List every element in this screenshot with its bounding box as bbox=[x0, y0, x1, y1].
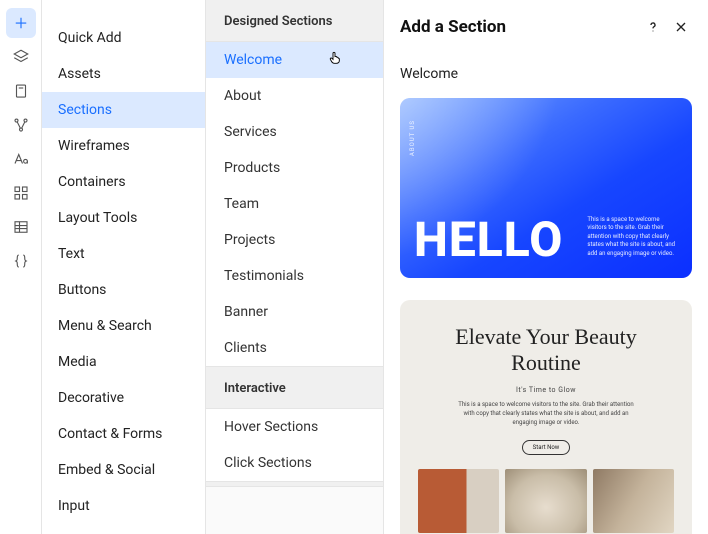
primary-item-contact-forms[interactable]: Contact & Forms bbox=[42, 416, 205, 452]
primary-item-text[interactable]: Text bbox=[42, 236, 205, 272]
primary-item-media[interactable]: Media bbox=[42, 344, 205, 380]
rail-add-icon[interactable] bbox=[6, 8, 36, 38]
section-preview-hello[interactable]: ABOUT US HELLO This is a space to welcom… bbox=[400, 98, 692, 278]
primary-item-containers[interactable]: Containers bbox=[42, 164, 205, 200]
rail-apps-icon[interactable] bbox=[6, 178, 36, 208]
secondary-item-testimonials[interactable]: Testimonials bbox=[206, 258, 383, 294]
secondary-item-about[interactable]: About bbox=[206, 78, 383, 114]
cursor-pointer-icon bbox=[327, 50, 343, 66]
preview-beauty-tagline: It's Time to Glow bbox=[418, 386, 674, 394]
primary-item-wireframes[interactable]: Wireframes bbox=[42, 128, 205, 164]
primary-item-menu-search[interactable]: Menu & Search bbox=[42, 308, 205, 344]
rail-data-icon[interactable] bbox=[6, 110, 36, 140]
secondary-item-clients[interactable]: Clients bbox=[206, 330, 383, 366]
preview-beauty-button: Start Now bbox=[522, 440, 571, 455]
content-panel: Add a Section Welcome ABOUT US HELLO Thi… bbox=[384, 0, 708, 534]
primary-item-input[interactable]: Input bbox=[42, 488, 205, 524]
category-label: Welcome bbox=[400, 66, 692, 82]
primary-item-sections[interactable]: Sections bbox=[42, 92, 205, 128]
primary-item-quick-add[interactable]: Quick Add bbox=[42, 20, 205, 56]
rail-braces-icon[interactable] bbox=[6, 246, 36, 276]
primary-item-layout-tools[interactable]: Layout Tools bbox=[42, 200, 205, 236]
primary-panel: Quick Add Assets Sections Wireframes Con… bbox=[42, 0, 206, 534]
preview-subtext: This is a space to welcome visitors to t… bbox=[587, 216, 678, 258]
primary-item-buttons[interactable]: Buttons bbox=[42, 272, 205, 308]
close-button[interactable] bbox=[670, 16, 692, 38]
preview-vertical-label: ABOUT US bbox=[409, 120, 416, 156]
preview-image-icon bbox=[505, 469, 586, 533]
secondary-item-team[interactable]: Team bbox=[206, 186, 383, 222]
preview-beauty-images bbox=[418, 469, 674, 533]
secondary-item-welcome[interactable]: Welcome bbox=[206, 42, 383, 78]
secondary-item-services[interactable]: Services bbox=[206, 114, 383, 150]
preview-beauty-desc: This is a space to welcome visitors to t… bbox=[456, 400, 636, 427]
primary-item-decorative[interactable]: Decorative bbox=[42, 380, 205, 416]
secondary-item-products[interactable]: Products bbox=[206, 150, 383, 186]
secondary-group-designed-sections: Designed Sections bbox=[206, 0, 383, 42]
section-preview-beauty[interactable]: Elevate Your Beauty Routine It's Time to… bbox=[400, 300, 692, 534]
preview-image-icon bbox=[418, 469, 499, 533]
preview-beauty-title: Elevate Your Beauty Routine bbox=[418, 324, 674, 376]
secondary-item-hover-sections[interactable]: Hover Sections bbox=[206, 409, 383, 445]
preview-headline: HELLO bbox=[414, 216, 563, 264]
secondary-group-divider bbox=[206, 481, 383, 487]
rail-layers-icon[interactable] bbox=[6, 42, 36, 72]
secondary-item-projects[interactable]: Projects bbox=[206, 222, 383, 258]
secondary-panel: Designed Sections Welcome About Services… bbox=[206, 0, 384, 534]
primary-item-embed-social[interactable]: Embed & Social bbox=[42, 452, 205, 488]
rail-page-icon[interactable] bbox=[6, 76, 36, 106]
content-header: Add a Section bbox=[384, 0, 708, 52]
secondary-item-label: Welcome bbox=[224, 52, 282, 68]
panel-title: Add a Section bbox=[400, 17, 636, 37]
rail-table-icon[interactable] bbox=[6, 212, 36, 242]
secondary-item-click-sections[interactable]: Click Sections bbox=[206, 445, 383, 481]
icon-rail bbox=[0, 0, 42, 534]
help-button[interactable] bbox=[642, 16, 664, 38]
secondary-item-banner[interactable]: Banner bbox=[206, 294, 383, 330]
secondary-group-interactive: Interactive bbox=[206, 366, 383, 409]
rail-text-style-icon[interactable] bbox=[6, 144, 36, 174]
preview-image-icon bbox=[593, 469, 674, 533]
primary-item-assets[interactable]: Assets bbox=[42, 56, 205, 92]
